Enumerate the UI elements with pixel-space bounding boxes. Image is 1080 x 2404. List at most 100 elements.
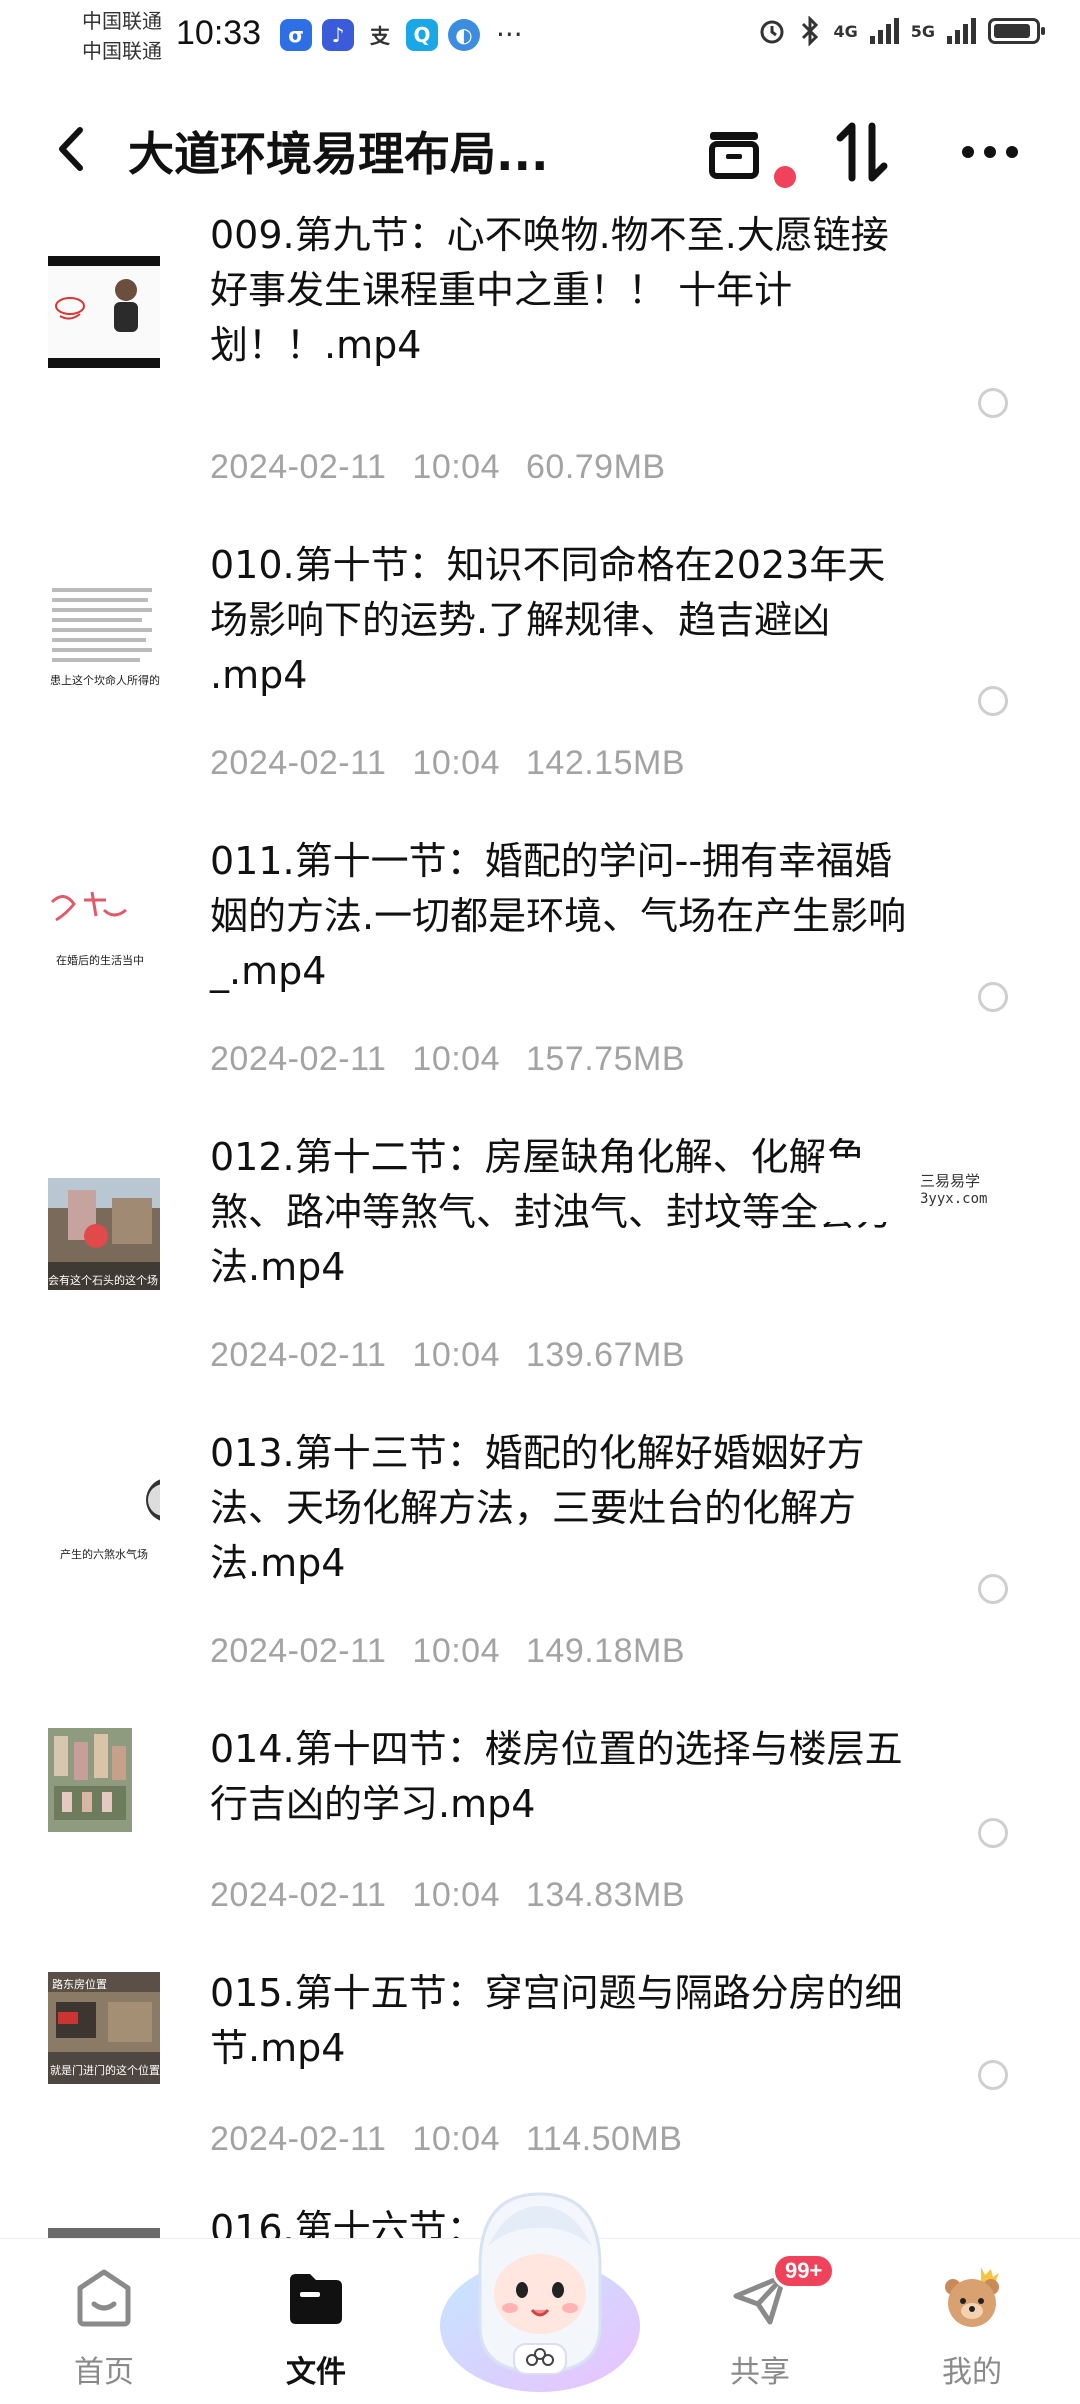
folder-icon — [281, 2263, 351, 2333]
browser-notification-icon: ◐ — [448, 18, 480, 51]
select-radio[interactable] — [978, 982, 1008, 1012]
nav-home[interactable]: 首页 — [24, 2239, 184, 2401]
home-icon — [69, 2263, 139, 2333]
file-date: 2024-02-11 — [210, 1040, 387, 1078]
mascot-icon — [440, 2192, 640, 2392]
file-meta: 2024-02-11 10:04 60.79MB — [210, 448, 692, 487]
watermark: 三易易学 3yyx.com — [820, 1158, 1000, 1222]
status-bar: 中国联通 中国联通 10:33 σ ♪ 支 Q ◐ ··· 4G 5G — [0, 0, 1080, 78]
thumbnail-caption: 就是门进门的这个位置 — [50, 2064, 160, 2077]
status-time: 10:33 — [176, 14, 262, 52]
file-title: 015.第十五节：穿宫问题与隔路分房的细节.mp4 — [210, 1971, 903, 2070]
search-notification-icon: Q — [406, 18, 438, 51]
file-size: 149.18MB — [526, 1632, 685, 1670]
nav-files[interactable]: 文件 — [236, 2239, 396, 2401]
mascot-assistant-button[interactable] — [428, 2176, 652, 2400]
thumbnail-caption: 会有这个石头的这个场 — [48, 1274, 158, 1287]
more-notifications-icon: ··· — [496, 18, 523, 51]
file-date: 2024-02-11 — [210, 1632, 387, 1670]
share-badge: 99+ — [772, 2253, 836, 2289]
video-thumbnail — [48, 256, 160, 368]
file-date: 2024-02-11 — [210, 448, 387, 486]
file-size: 134.83MB — [526, 1876, 685, 1914]
file-title: 012.第十二节：房屋缺角化解、化解角煞、路冲等煞气、封浊气、封坟等全套方法.m… — [210, 1135, 895, 1289]
app-header: 大道环境易理布局... — [0, 78, 1080, 208]
video-thumbnail: 产生的六煞水气场 — [48, 1460, 160, 1572]
notification-dot — [774, 166, 796, 188]
file-date: 2024-02-11 — [210, 2120, 387, 2158]
nav-mine[interactable]: 我的 — [892, 2239, 1052, 2401]
file-title: 010.第十节：知识不同命格在2023年天场影响下的运势.了解规律、趋吉避凶 .… — [210, 543, 886, 697]
alipay-notification-icon: 支 — [364, 18, 396, 51]
bluetooth-icon — [802, 16, 819, 46]
select-radio[interactable] — [978, 388, 1008, 418]
nav-share[interactable]: 99+ 共享 — [680, 2239, 840, 2401]
file-date: 2024-02-11 — [210, 1876, 387, 1914]
file-time: 10:04 — [412, 1336, 500, 1374]
chevron-left-icon — [59, 127, 83, 171]
file-meta: 2024-02-11 10:04 157.75MB — [210, 1040, 711, 1079]
notification-icons: σ ♪ 支 Q ◐ ··· — [280, 18, 523, 51]
network-1-label: 4G — [833, 21, 858, 41]
thumbnail-caption-top: 路东房位置 — [52, 1978, 107, 1991]
carrier-2: 中国联通 — [82, 39, 162, 63]
signal-1-icon — [869, 18, 899, 44]
file-meta: 2024-02-11 10:04 139.67MB — [210, 1336, 711, 1375]
thumbnail-caption: 在婚后的生活当中 — [56, 954, 144, 967]
alarm-icon — [760, 20, 784, 44]
select-radio[interactable] — [978, 1818, 1008, 1848]
network-2-label: 5G — [910, 21, 935, 41]
page-title: 大道环境易理布局... — [128, 127, 549, 181]
archive-icon — [709, 132, 759, 179]
video-thumbnail: 在婚后的生活当中 — [48, 880, 160, 992]
file-meta: 2024-02-11 10:04 134.83MB — [210, 1876, 711, 1915]
watermark-line-2: 3yyx.com — [920, 1191, 988, 1207]
signal-2-icon — [947, 18, 976, 44]
watermark-line-1: 三易易学 — [920, 1172, 981, 1190]
file-meta: 2024-02-11 10:04 114.50MB — [210, 2120, 708, 2159]
more-button[interactable] — [950, 112, 1030, 192]
nav-files-label: 文件 — [286, 2355, 346, 2390]
more-dots-icon — [962, 146, 1018, 158]
file-size: 139.67MB — [526, 1336, 685, 1374]
thumbnail-image — [48, 256, 160, 368]
thumbnail-image — [50, 891, 127, 922]
nav-mine-label: 我的 — [942, 2355, 1002, 2390]
sort-button[interactable] — [822, 112, 902, 192]
file-time: 10:04 — [412, 1632, 500, 1670]
video-thumbnail: 路东房位置 就是门进门的这个位置 — [48, 1972, 160, 2084]
video-thumbnail: 会有这个石头的这个场 — [48, 1178, 160, 1290]
file-size: 157.75MB — [526, 1040, 685, 1078]
battery-icon — [988, 18, 1045, 44]
video-thumbnail: 患上这个坎命人所得的 — [48, 580, 160, 692]
file-size: 114.50MB — [526, 2120, 683, 2158]
file-title: 009.第九节：心不唤物.物不至.大愿链接好事发生课程重中之重！！ 十年计划！！… — [210, 213, 889, 367]
app-notification-icon: σ — [280, 18, 312, 51]
thumbnail-caption: 产生的六煞水气场 — [60, 1548, 148, 1561]
thumbnail-image — [48, 1728, 132, 1832]
nav-share-label: 共享 — [730, 2355, 790, 2390]
thumbnail-caption: 患上这个坎命人所得的 — [50, 674, 160, 687]
archive-button[interactable] — [694, 112, 774, 192]
file-title: 013.第十三节：婚配的化解好婚姻好方法、天场化解方法，三要灶台的化解方法.mp… — [210, 1431, 865, 1585]
video-thumbnail — [48, 1728, 132, 1832]
file-time: 10:04 — [412, 1876, 500, 1914]
music-notification-icon: ♪ — [322, 18, 354, 51]
select-radio[interactable] — [978, 686, 1008, 716]
file-time: 10:04 — [412, 744, 500, 782]
select-radio[interactable] — [978, 1574, 1008, 1604]
file-time: 10:04 — [412, 2120, 500, 2158]
file-meta: 2024-02-11 10:04 142.15MB — [210, 744, 711, 783]
file-title: 011.第十一节：婚配的学问--拥有幸福婚姻的方法.一切都是环境、气场在产生影响… — [210, 839, 907, 993]
file-size: 60.79MB — [526, 448, 666, 486]
nav-home-label: 首页 — [74, 2355, 134, 2390]
file-date: 2024-02-11 — [210, 1336, 387, 1374]
sort-icon — [836, 122, 888, 182]
select-radio[interactable] — [978, 2060, 1008, 2090]
file-time: 10:04 — [412, 1040, 500, 1078]
carrier-1: 中国联通 — [82, 9, 162, 33]
file-time: 10:04 — [412, 448, 500, 486]
back-button[interactable] — [40, 114, 100, 184]
file-meta: 2024-02-11 10:04 149.18MB — [210, 1632, 711, 1671]
status-right: 4G 5G — [757, 16, 1045, 46]
